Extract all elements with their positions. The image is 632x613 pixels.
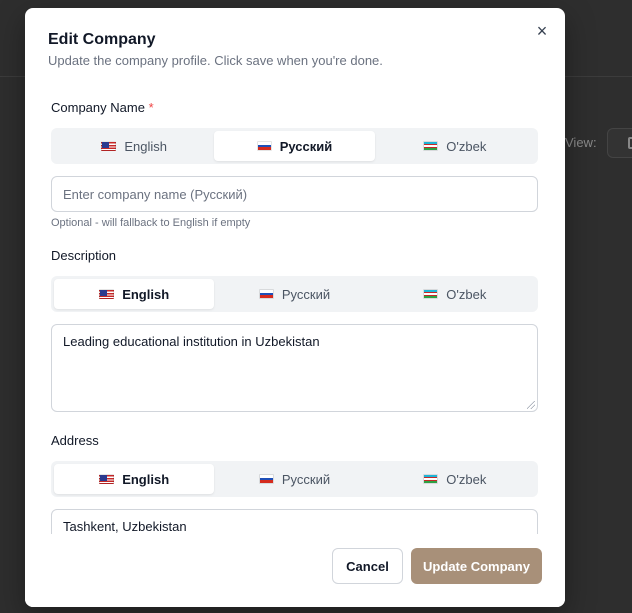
company-name-label-text: Company Name bbox=[51, 100, 145, 115]
dialog-footer: Cancel Update Company bbox=[25, 534, 565, 607]
tab-russian[interactable]: Русский bbox=[214, 279, 374, 309]
description-text: Leading educational institution in Uzbek… bbox=[63, 334, 320, 349]
company-name-label: Company Name * bbox=[51, 100, 538, 118]
address-field: Address English Русский O'zbek Tashkent,… bbox=[51, 433, 538, 534]
resize-handle-icon[interactable] bbox=[527, 401, 535, 409]
tab-label: O'zbek bbox=[446, 471, 487, 487]
uzbekistan-flag-icon bbox=[423, 474, 439, 484]
russia-flag-icon bbox=[256, 141, 272, 151]
address-label: Address bbox=[51, 433, 99, 448]
update-company-button[interactable]: Update Company bbox=[411, 548, 542, 584]
us-flag-icon bbox=[99, 289, 115, 299]
address-language-tabs: English Русский O'zbek bbox=[51, 461, 538, 497]
russia-flag-icon bbox=[258, 474, 274, 484]
dialog-body[interactable]: Company Name * English Русский O'zbek En… bbox=[25, 94, 565, 534]
company-name-field: Company Name * English Русский O'zbek En… bbox=[51, 100, 538, 229]
uzbekistan-flag-icon bbox=[423, 141, 439, 151]
address-text: Tashkent, Uzbekistan bbox=[63, 519, 187, 534]
tab-russian[interactable]: Русский bbox=[214, 464, 374, 494]
cancel-button[interactable]: Cancel bbox=[332, 548, 403, 584]
tab-label: Русский bbox=[281, 286, 331, 302]
tab-english[interactable]: English bbox=[54, 279, 215, 309]
view-label: View: bbox=[565, 135, 597, 150]
tab-label: O'zbek bbox=[446, 286, 487, 302]
tab-label: English bbox=[122, 286, 170, 302]
company-name-input[interactable]: Enter company name (Русский) bbox=[51, 176, 538, 212]
tab-english[interactable]: English bbox=[54, 131, 214, 161]
tab-label: English bbox=[124, 138, 167, 154]
required-mark: * bbox=[148, 100, 154, 115]
close-icon[interactable]: × bbox=[533, 22, 551, 40]
description-language-tabs: English Русский O'zbek bbox=[51, 276, 538, 312]
dialog-description: Update the company profile. Click save w… bbox=[48, 53, 383, 68]
us-flag-icon bbox=[99, 474, 115, 484]
tab-uzbek[interactable]: O'zbek bbox=[375, 464, 535, 494]
tab-label: O'zbek bbox=[446, 138, 487, 154]
russia-flag-icon bbox=[258, 289, 274, 299]
address-textarea[interactable]: Tashkent, Uzbekistan bbox=[51, 509, 538, 534]
description-label: Description bbox=[51, 248, 117, 263]
tab-russian[interactable]: Русский bbox=[214, 131, 375, 161]
description-textarea[interactable]: Leading educational institution in Uzbek… bbox=[51, 324, 538, 412]
edit-company-dialog: × Edit Company Update the company profil… bbox=[25, 8, 565, 607]
tab-english[interactable]: English bbox=[54, 464, 215, 494]
uzbekistan-flag-icon bbox=[423, 289, 439, 299]
dialog-title: Edit Company bbox=[48, 31, 156, 48]
tab-label: Русский bbox=[281, 471, 331, 487]
grid-icon bbox=[628, 137, 632, 149]
company-name-language-tabs: English Русский O'zbek bbox=[51, 128, 538, 164]
view-toggle-button bbox=[607, 128, 632, 158]
tab-label: Русский bbox=[279, 138, 333, 154]
tab-label: English bbox=[122, 471, 170, 487]
us-flag-icon bbox=[101, 141, 117, 151]
tab-uzbek[interactable]: O'zbek bbox=[375, 131, 535, 161]
tab-uzbek[interactable]: O'zbek bbox=[375, 279, 535, 309]
description-field: Description English Русский O'zbek Leadi… bbox=[51, 248, 538, 412]
company-name-hint: Optional - will fallback to English if e… bbox=[51, 217, 251, 229]
